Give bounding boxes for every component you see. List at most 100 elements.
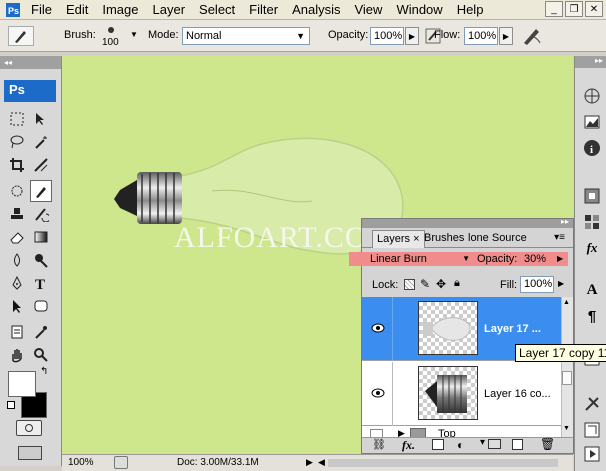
opacity-slider-button[interactable]: ▶ — [405, 27, 419, 45]
history-brush-icon[interactable] — [30, 203, 52, 225]
chevron-down-icon[interactable]: ▾ — [480, 437, 485, 448]
menu-filter[interactable]: Filter — [242, 1, 285, 19]
layer-row-top-group[interactable]: ▶ Top — [362, 427, 561, 437]
tab-clone-source[interactable]: lone Source — [464, 230, 538, 248]
clone-stamp-icon[interactable] — [6, 203, 28, 225]
eyedropper-icon[interactable] — [30, 321, 52, 343]
notes-tool-icon[interactable] — [6, 321, 28, 343]
dodge-tool-icon[interactable] — [30, 249, 52, 271]
path-selection-icon[interactable] — [6, 295, 28, 317]
close-button[interactable]: ✕ — [585, 1, 603, 17]
menu-help[interactable]: Help — [450, 1, 491, 19]
menu-select[interactable]: Select — [192, 1, 242, 19]
type-tool-icon[interactable]: T — [30, 272, 52, 294]
tab-brushes[interactable]: Brushes — [420, 230, 464, 248]
zoom-level[interactable]: 100% — [68, 457, 94, 468]
slice-tool-icon[interactable] — [30, 154, 52, 176]
expand-arrow-icon[interactable]: ▶ — [398, 428, 405, 437]
panel-menu-icon[interactable]: ▾≡ — [554, 232, 565, 243]
paragraph-icon[interactable]: ¶ — [580, 304, 604, 328]
tools-panel-header[interactable]: ◂◂ — [0, 56, 61, 69]
swap-colors-icon[interactable]: ↰ — [40, 366, 48, 377]
tab-layers[interactable]: Layers × — [372, 230, 425, 248]
opacity-input[interactable]: 100% — [370, 27, 404, 45]
quick-mask-icon[interactable] — [16, 420, 42, 436]
move-tool-icon[interactable] — [30, 108, 52, 130]
clone-icon[interactable] — [580, 418, 604, 442]
zoom-tool-icon[interactable] — [30, 344, 52, 366]
brush-tool-preset-icon[interactable] — [8, 26, 34, 46]
fill-input[interactable]: 100% — [520, 276, 554, 293]
layer-style-fx-icon[interactable]: fx. — [402, 438, 415, 453]
layer-opacity-arrow-icon[interactable]: ▶ — [557, 254, 563, 263]
histogram-icon[interactable] — [580, 110, 604, 134]
minimize-button[interactable]: _ — [545, 1, 563, 17]
tab-close-icon[interactable]: × — [413, 233, 419, 245]
photoshop-icon[interactable]: Ps — [2, 1, 24, 19]
lock-all-icon[interactable]: 🔒︎ — [454, 277, 460, 290]
menu-layer[interactable]: Layer — [146, 1, 193, 19]
pen-tool-icon[interactable] — [6, 272, 28, 294]
new-group-icon[interactable] — [488, 439, 501, 449]
status-menu-icon[interactable] — [114, 456, 128, 469]
menu-view[interactable]: View — [347, 1, 389, 19]
lock-pixels-icon[interactable]: ✎ — [420, 277, 430, 291]
healing-brush-icon[interactable] — [6, 180, 28, 202]
scroll-up-icon[interactable]: ▲ — [563, 299, 570, 306]
panel-collapse-icon[interactable]: ▸▸ — [561, 217, 569, 226]
visibility-eye-icon[interactable] — [370, 322, 386, 336]
play-icon[interactable] — [580, 442, 604, 466]
layers-scrollbar[interactable]: ▲ ▼ — [561, 297, 573, 437]
crop-tool-icon[interactable] — [6, 154, 28, 176]
tool-presets-icon[interactable] — [580, 392, 604, 416]
swatches-icon[interactable] — [580, 210, 604, 234]
default-colors-icon[interactable] — [7, 401, 15, 409]
screen-mode-icon[interactable] — [18, 446, 42, 460]
navigator-icon[interactable] — [580, 84, 604, 108]
menu-analysis[interactable]: Analysis — [285, 1, 347, 19]
foreground-color-swatch[interactable] — [8, 371, 36, 397]
dock-collapse-icon[interactable]: ▸▸ — [575, 56, 606, 68]
eraser-tool-icon[interactable] — [6, 226, 28, 248]
layers-panel-titlebar[interactable]: ▸▸ — [362, 217, 573, 228]
horizontal-scrollbar[interactable] — [328, 459, 558, 467]
scroll-thumb[interactable] — [562, 371, 572, 385]
menu-file[interactable]: File — [24, 1, 59, 19]
restore-button[interactable]: ❐ — [565, 1, 583, 17]
scroll-left-icon[interactable]: ◀ — [318, 457, 325, 468]
brush-dropdown-icon[interactable]: ▼ — [130, 30, 138, 39]
layer-name[interactable]: Layer 16 co... — [484, 388, 551, 400]
delete-layer-icon[interactable]: 🗑︎ — [540, 437, 555, 451]
add-mask-icon[interactable] — [432, 439, 444, 450]
visibility-eye-icon[interactable] — [370, 387, 386, 401]
lock-transparency-icon[interactable] — [404, 279, 415, 290]
menu-image[interactable]: Image — [95, 1, 145, 19]
shape-tool-icon[interactable] — [30, 295, 52, 317]
group-name[interactable]: Top — [438, 428, 456, 437]
brush-size-picker[interactable]: 100 — [98, 23, 126, 49]
adjustment-layer-icon[interactable]: ◐ — [457, 438, 464, 452]
color-icon[interactable] — [580, 184, 604, 208]
marquee-tool-icon[interactable] — [6, 108, 28, 130]
info-icon[interactable]: i — [580, 136, 604, 160]
visibility-box[interactable] — [370, 429, 383, 437]
lock-position-icon[interactable]: ✥ — [436, 277, 446, 291]
lasso-tool-icon[interactable] — [6, 131, 28, 153]
layer-thumbnail[interactable] — [418, 366, 478, 420]
blur-tool-icon[interactable] — [6, 249, 28, 271]
flow-slider-button[interactable]: ▶ — [499, 27, 513, 45]
magic-wand-icon[interactable] — [30, 131, 52, 153]
layer-thumbnail[interactable] — [418, 301, 478, 355]
styles-fx-icon[interactable]: fx — [580, 236, 604, 260]
menu-window[interactable]: Window — [389, 1, 449, 19]
gradient-tool-icon[interactable] — [30, 226, 52, 248]
flow-input[interactable]: 100% — [464, 27, 498, 45]
fill-arrow-icon[interactable]: ▶ — [558, 279, 564, 288]
blend-mode-select[interactable]: Linear Burn ▼ — [370, 253, 472, 267]
hand-tool-icon[interactable] — [6, 344, 28, 366]
layer-row-layer16[interactable]: Layer 16 co... — [362, 362, 561, 426]
layer-opacity-input[interactable]: 30% — [524, 253, 552, 265]
layer-name[interactable]: Layer 17 ... — [484, 323, 541, 335]
menu-edit[interactable]: Edit — [59, 1, 95, 19]
status-arrow-icon[interactable]: ▶ — [306, 457, 313, 468]
